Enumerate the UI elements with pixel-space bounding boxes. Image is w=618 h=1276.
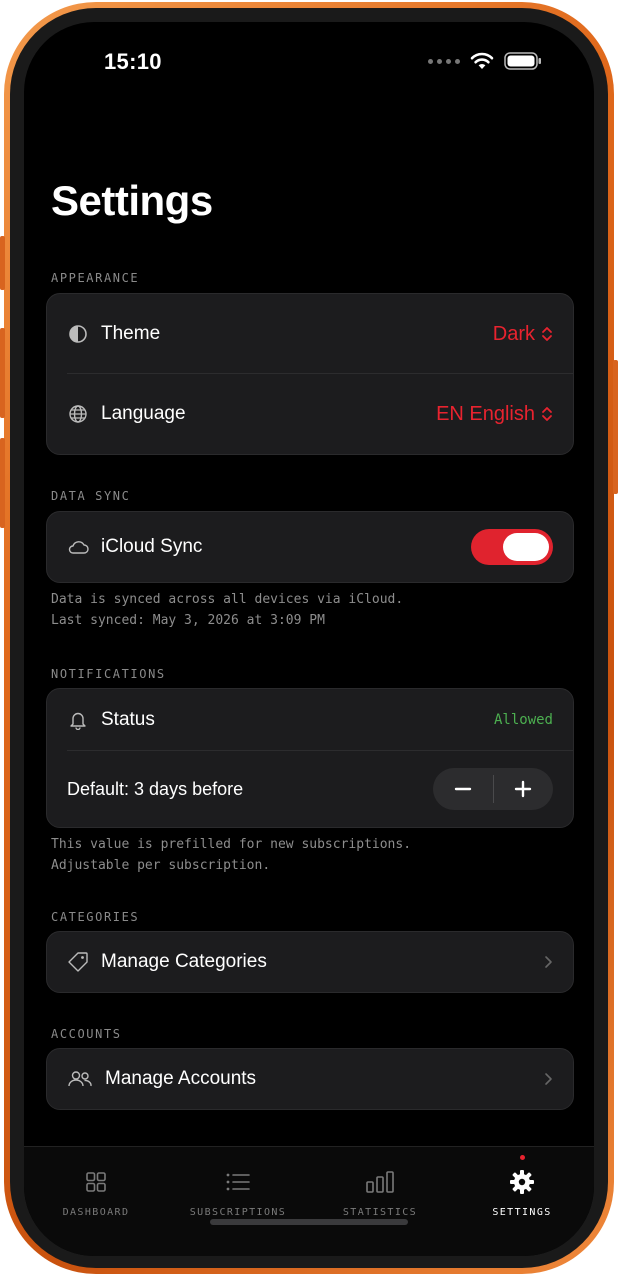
- tab-bar: DASHBOARD SUBSCRIPTIONS STATISTICS SETTI…: [24, 1146, 594, 1256]
- cellular-dots-icon: [428, 58, 460, 64]
- decrement-button[interactable]: [433, 768, 493, 810]
- battery-icon: [504, 52, 541, 70]
- language-row[interactable]: Language EN English: [47, 374, 573, 454]
- sync-footnote-line1: Data is synced across all devices via iC…: [51, 592, 404, 607]
- toggle-knob: [503, 533, 549, 561]
- default-reminder-row: Default: 3 days before: [47, 751, 573, 827]
- manage-categories-row[interactable]: Manage Categories: [47, 932, 573, 992]
- status-icons: [428, 50, 542, 72]
- tab-label: SUBSCRIPTIONS: [189, 1207, 287, 1218]
- status-value: Allowed: [493, 712, 553, 728]
- volume-up-button: [0, 328, 5, 418]
- chevron-right-icon: [545, 956, 552, 968]
- bar-chart-icon: [365, 1167, 395, 1197]
- status-time: 15:10: [104, 49, 162, 74]
- list-icon: [225, 1167, 251, 1197]
- theme-value: Dark: [492, 322, 535, 345]
- tab-subscriptions[interactable]: SUBSCRIPTIONS: [178, 1167, 298, 1218]
- sync-footnote: Data is synced across all devices via iC…: [51, 589, 403, 631]
- manage-accounts-label: Manage Accounts: [105, 1068, 257, 1089]
- notification-status-row: Status Allowed: [47, 689, 573, 751]
- last-synced-text: Last synced: May 3, 2026 at 3:09 PM: [51, 613, 325, 628]
- people-icon: [67, 1068, 93, 1090]
- chevron-right-icon: [545, 1073, 552, 1085]
- plus-icon: [515, 780, 532, 798]
- manage-categories-label: Manage Categories: [101, 951, 267, 972]
- appearance-card: Theme Dark Language EN English: [46, 293, 574, 455]
- reminder-stepper: [433, 768, 553, 810]
- notifications-footnote: This value is prefilled for new subscrip…: [51, 834, 411, 876]
- increment-button[interactable]: [494, 768, 554, 810]
- theme-row[interactable]: Theme Dark: [47, 294, 573, 374]
- tab-label: DASHBOARD: [62, 1207, 130, 1218]
- tab-settings[interactable]: SETTINGS: [462, 1167, 582, 1218]
- section-label-appearance: APPEARANCE: [51, 271, 140, 285]
- notifications-card: Status Allowed Default: 3 days before: [46, 688, 574, 828]
- theme-label: Theme: [101, 323, 161, 344]
- data-sync-card: iCloud Sync: [46, 511, 574, 583]
- cloud-icon: [67, 536, 89, 558]
- tab-label: SETTINGS: [492, 1207, 552, 1218]
- section-label-categories: CATEGORIES: [51, 910, 140, 924]
- tab-statistics[interactable]: STATISTICS: [320, 1167, 440, 1218]
- status-label: Status: [101, 709, 155, 730]
- accounts-card: Manage Accounts: [46, 1048, 574, 1110]
- section-label-accounts: ACCOUNTS: [51, 1027, 122, 1041]
- tab-label: STATISTICS: [342, 1207, 418, 1218]
- screen: 15:10 Settings APPEARANCE Theme Dark Lan…: [24, 22, 594, 1256]
- icloud-sync-label: iCloud Sync: [101, 536, 203, 557]
- action-button: [0, 236, 5, 290]
- icloud-sync-row: iCloud Sync: [47, 512, 573, 582]
- gear-icon: [509, 1167, 535, 1197]
- power-button: [613, 360, 618, 494]
- section-label-data-sync: DATA SYNC: [51, 489, 131, 503]
- chevron-up-down-icon: [542, 327, 552, 341]
- categories-card: Manage Categories: [46, 931, 574, 993]
- tab-dashboard[interactable]: DASHBOARD: [36, 1167, 156, 1218]
- language-picker[interactable]: EN English: [436, 403, 553, 426]
- wifi-icon: [470, 52, 494, 69]
- language-value: EN English: [436, 402, 535, 425]
- grid-icon: [84, 1167, 108, 1197]
- volume-down-button: [0, 438, 5, 528]
- language-label: Language: [101, 403, 186, 424]
- icloud-sync-toggle[interactable]: [471, 529, 553, 565]
- page-title: Settings: [51, 177, 213, 224]
- minus-icon: [454, 787, 471, 791]
- default-reminder-label: Default: 3 days before: [67, 778, 244, 799]
- globe-icon: [67, 403, 89, 425]
- chevron-up-down-icon: [542, 407, 552, 421]
- bell-icon: [67, 709, 89, 731]
- active-tab-indicator: [520, 1155, 525, 1160]
- contrast-icon: [67, 323, 89, 345]
- section-label-notifications: NOTIFICATIONS: [51, 667, 166, 681]
- notifications-footnote-line1: This value is prefilled for new subscrip…: [51, 837, 412, 852]
- home-indicator[interactable]: [210, 1219, 408, 1225]
- manage-accounts-row[interactable]: Manage Accounts: [47, 1049, 573, 1109]
- theme-picker[interactable]: Dark: [493, 323, 553, 346]
- tag-icon: [67, 951, 89, 973]
- notifications-footnote-line2: Adjustable per subscription.: [51, 858, 271, 873]
